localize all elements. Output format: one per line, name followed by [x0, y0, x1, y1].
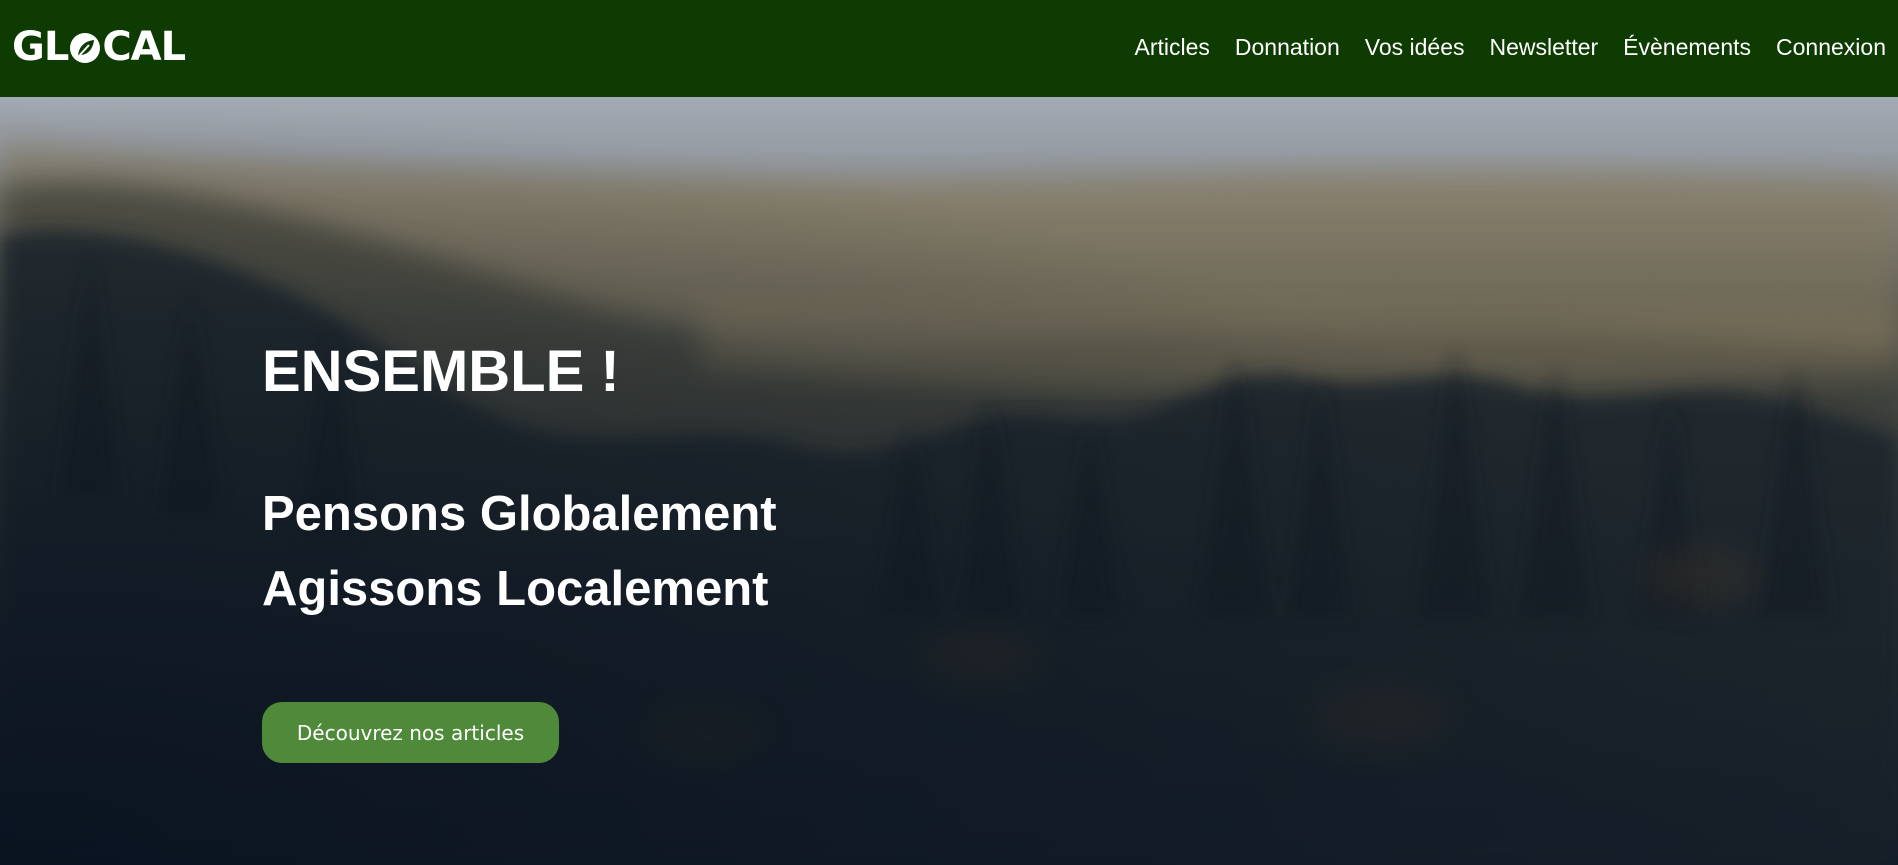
hero-title: ENSEMBLE !: [262, 339, 620, 404]
hero-section: ENSEMBLE ! Pensons Globalement Agissons …: [0, 97, 1898, 865]
discover-articles-button[interactable]: Découvrez nos articles: [262, 702, 559, 763]
main-nav: Articles Donnation Vos idées Newsletter …: [1110, 0, 1887, 97]
top-navbar: GL CAL Articles Donnation Vos idées News…: [0, 0, 1898, 97]
hero-slogan-line-2: Agissons Localement: [262, 562, 769, 616]
hero-slogan-line-1: Pensons Globalement: [262, 487, 777, 541]
nav-newsletter[interactable]: Newsletter: [1490, 34, 1599, 61]
logo-text-right: CAL: [102, 23, 186, 70]
nav-articles[interactable]: Articles: [1135, 34, 1210, 61]
nav-vos-idees[interactable]: Vos idées: [1365, 34, 1465, 61]
nav-donnation[interactable]: Donnation: [1235, 34, 1340, 61]
nav-connexion[interactable]: Connexion: [1776, 34, 1886, 61]
nav-evenements[interactable]: Évènements: [1623, 34, 1751, 61]
leaf-icon: [69, 31, 101, 63]
site-logo[interactable]: GL CAL: [12, 23, 186, 70]
logo-text-left: GL: [12, 23, 69, 70]
